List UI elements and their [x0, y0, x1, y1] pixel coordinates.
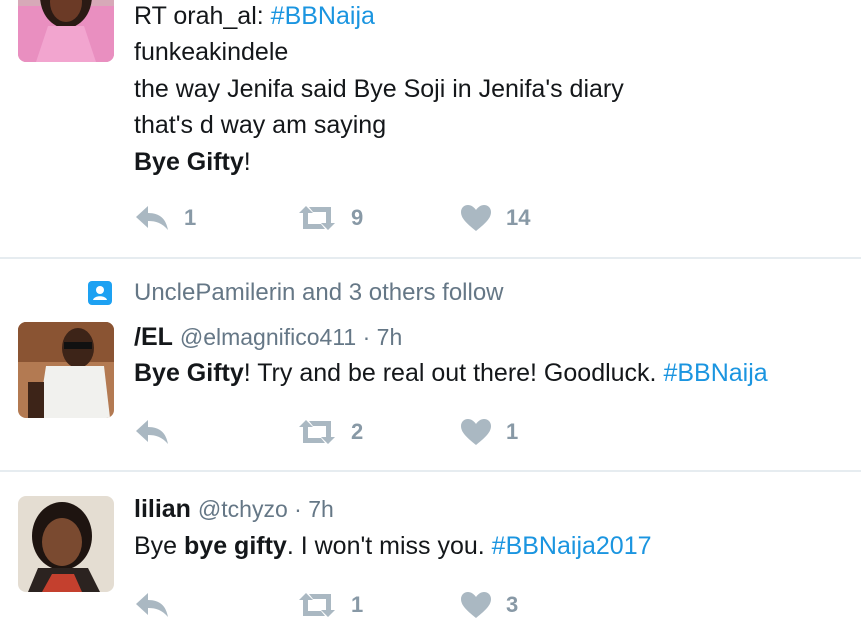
avatar[interactable] [18, 0, 114, 62]
like-button[interactable]: 14 [460, 201, 530, 235]
tweet-2[interactable]: UnclePamilerin and 3 others follow /EL @… [0, 259, 861, 470]
like-button[interactable]: 1 [460, 415, 518, 449]
tweet-text-rest: ! [243, 148, 251, 176]
tweet-text-rest: . I won't miss you. [286, 532, 492, 560]
tweet-actions: 1 3 [134, 588, 634, 622]
separator: · [287, 496, 309, 522]
bold-text: Bye Gifty [134, 359, 244, 387]
like-button[interactable]: 3 [460, 588, 518, 622]
follow-context-icon [88, 281, 112, 305]
tweet-text: Bye Gifty! Try and be real out there! Go… [134, 355, 768, 391]
user-handle[interactable]: @tchyzo [198, 496, 288, 522]
like-icon [461, 592, 491, 618]
user-handle[interactable]: @elmagnifico411 [180, 324, 356, 350]
tweet-text: Bye bye gifty. I won't miss you. #BBNaij… [134, 528, 652, 564]
reply-icon [136, 593, 168, 617]
reply-button[interactable] [134, 588, 184, 622]
reply-count: 1 [184, 205, 197, 230]
retweet-count: 2 [351, 419, 364, 444]
timestamp[interactable]: 7h [377, 324, 403, 350]
retweet-button[interactable]: 9 [297, 201, 363, 235]
tweet-header: lilian @tchyzo · 7h [134, 491, 334, 527]
tweet-text-rest: ! Try and be real out there! Goodluck. [243, 359, 664, 387]
tweet-actions: 2 1 [134, 415, 634, 449]
tweet-actions: 1 9 14 [134, 201, 634, 235]
separator: · [356, 324, 377, 350]
retweet-count: 9 [351, 205, 364, 230]
like-count: 14 [506, 205, 531, 230]
tweet-header: /EL @elmagnifico411 · 7h [134, 319, 402, 355]
reply-icon [136, 206, 168, 230]
retweet-icon [299, 206, 335, 230]
user-name[interactable]: /EL [134, 323, 173, 351]
rt-prefix: RT orah_al: [134, 2, 271, 30]
reply-icon [136, 420, 168, 444]
tweet-3[interactable]: lilian @tchyzo · 7h Bye bye gifty. I won… [0, 472, 861, 628]
timestamp[interactable]: 7h [308, 496, 334, 522]
avatar[interactable] [18, 322, 114, 418]
retweet-button[interactable]: 1 [297, 588, 363, 622]
like-icon [461, 205, 491, 231]
like-count: 1 [506, 419, 519, 444]
retweet-icon [299, 420, 335, 444]
follow-context-text: UnclePamilerin and 3 others follow [134, 279, 504, 306]
tweet-line: that's d way am saying [134, 111, 387, 139]
avatar[interactable] [18, 496, 114, 592]
reply-button[interactable]: 1 [134, 201, 196, 235]
like-icon [461, 419, 491, 445]
bold-text: bye gifty [184, 532, 287, 560]
hashtag-link[interactable]: #BBNaija2017 [492, 532, 652, 560]
tweet-1[interactable]: RT orah_al: #BBNaija funkeakindele the w… [0, 0, 861, 258]
hashtag-link[interactable]: #BBNaija [271, 2, 375, 30]
user-name[interactable]: lilian [134, 495, 191, 523]
follow-context: UnclePamilerin and 3 others follow [88, 279, 504, 307]
bold-text: Bye Gifty [134, 148, 244, 176]
hashtag-link[interactable]: #BBNaija [663, 359, 767, 387]
tweet-line: funkeakindele [134, 38, 289, 66]
tweet-line: the way Jenifa said Bye Soji in Jenifa's… [134, 75, 624, 103]
tweet-text-pre: Bye [134, 532, 185, 560]
reply-button[interactable] [134, 415, 184, 449]
retweet-button[interactable]: 2 [297, 415, 363, 449]
like-count: 3 [506, 592, 519, 617]
retweet-icon [299, 593, 335, 617]
retweet-count: 1 [351, 592, 364, 617]
